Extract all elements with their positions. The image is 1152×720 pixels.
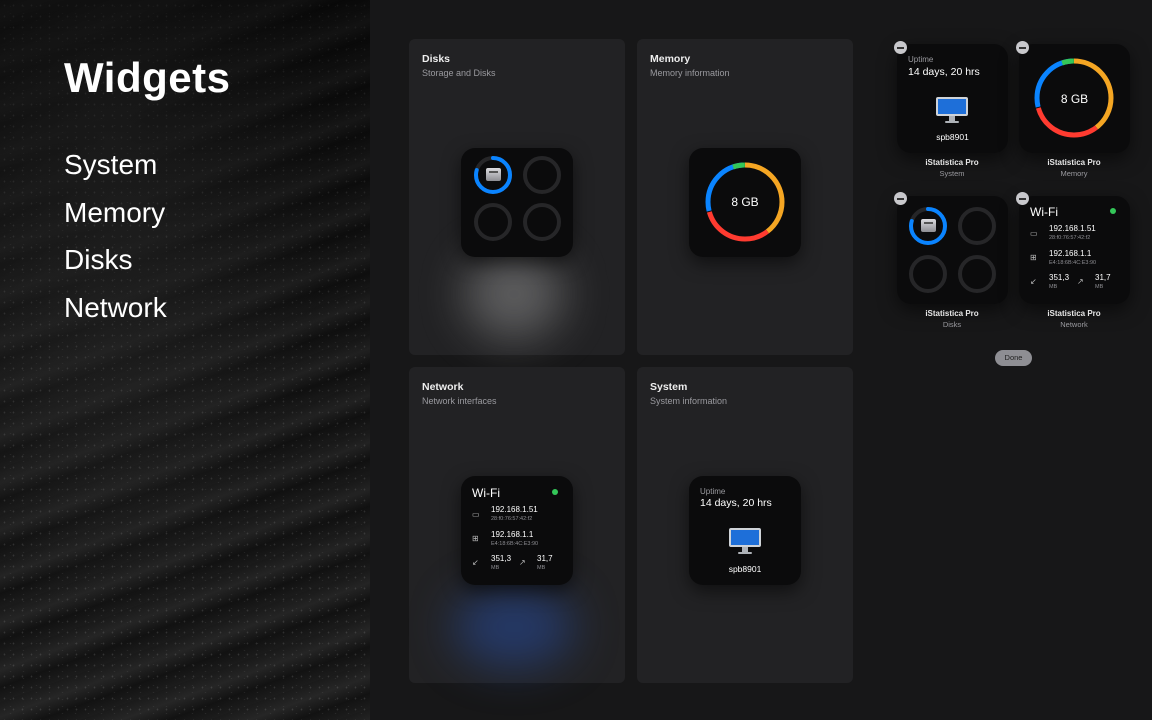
download-value: 351,3 [1049,273,1070,282]
upload-unit: MB [537,565,546,571]
category-list: System Memory Disks Network [64,146,167,336]
sand-background: Widgets System Memory Disks Network [0,0,370,720]
memory-widget-preview[interactable]: 8 GB [689,148,801,257]
empty-disk-slot [474,203,512,241]
card-glow [454,587,574,667]
caption-app: iStatistica Pro [925,309,979,318]
caption-app: iStatistica Pro [1047,309,1101,318]
local-mac: 28:f0:76:57:42:f2 [491,516,533,522]
installed-disks-widget[interactable] [897,196,1008,304]
router-ip: 192.168.1.1 [491,530,534,539]
nav-item-system[interactable]: System [64,146,167,194]
installed-network-widget[interactable]: Wi-Fi ▭ 192.168.1.51 28:f0:76:57:42:f2 ⊞… [1019,196,1130,304]
nav-item-disks[interactable]: Disks [64,241,167,289]
imac-icon [729,528,761,554]
widget-caption: iStatistica Pro System [896,158,1008,178]
hostname: spb8901 [728,564,762,574]
background-shade [0,0,370,720]
download-icon: ↙ [472,558,479,567]
caption-app: iStatistica Pro [925,158,979,167]
remove-widget-icon[interactable] [1016,41,1029,54]
caption-type: Memory [1060,169,1088,178]
done-button[interactable]: Done [995,350,1032,366]
remove-widget-icon[interactable] [1016,192,1029,205]
router-mac: E4:18:6B:4C:E3:90 [1049,260,1097,266]
router-mac: E4:18:6B:4C:E3:90 [491,541,539,547]
card-subtitle: Network interfaces [422,396,497,406]
empty-disk-slot [958,255,996,293]
disks-card[interactable]: Disks Storage and Disks [409,39,625,355]
hostname: spb8901 [936,132,969,142]
upload-unit: MB [1095,284,1104,290]
card-title: Memory [650,53,691,65]
empty-disk-slot [523,156,561,194]
upload-value: 31,7 [537,554,553,563]
network-card[interactable]: Network Network interfaces Wi-Fi ▭ 192.1… [409,367,625,683]
card-subtitle: Storage and Disks [422,68,496,78]
download-unit: MB [491,565,500,571]
download-icon: ↙ [1030,277,1037,286]
uptime-value: 14 days, 20 hrs [908,66,980,78]
uptime-value: 14 days, 20 hrs [700,497,772,509]
laptop-icon: ▭ [472,510,480,519]
download-value: 351,3 [491,554,512,563]
imac-icon [936,97,968,123]
card-title: System [650,381,688,393]
router-icon: ⊞ [472,534,479,543]
uptime-label: Uptime [700,487,726,496]
uptime-label: Uptime [908,55,934,64]
disk-icon [921,219,936,232]
empty-disk-slot [909,255,947,293]
connection-status-dot [1110,208,1116,214]
nav-item-memory[interactable]: Memory [64,194,167,242]
router-icon: ⊞ [1030,253,1037,262]
page-title: Widgets [64,54,231,101]
card-subtitle: System information [650,396,728,406]
system-widget-preview[interactable]: Uptime 14 days, 20 hrs spb8901 [689,476,801,585]
widget-caption: iStatistica Pro Memory [1018,158,1130,178]
interface-name: Wi-Fi [1030,205,1058,219]
interface-name: Wi-Fi [472,486,500,500]
memory-value: 8 GB [731,195,759,209]
widget-caption: iStatistica Pro Network [1018,309,1130,329]
router-ip: 192.168.1.1 [1049,249,1092,258]
remove-widget-icon[interactable] [894,192,907,205]
empty-disk-slot [958,207,996,245]
memory-value: 8 GB [1060,92,1089,106]
caption-type: Network [1060,320,1088,329]
memory-card[interactable]: Memory Memory information 8 GB [637,39,853,355]
upload-icon: ↗ [519,558,526,567]
local-ip: 192.168.1.51 [491,505,538,514]
system-card[interactable]: System System information Uptime 14 days… [637,367,853,683]
connection-status-dot [552,489,558,495]
caption-app: iStatistica Pro [1047,158,1101,167]
upload-icon: ↗ [1077,277,1084,286]
laptop-icon: ▭ [1030,229,1038,238]
caption-type: System [939,169,965,178]
widget-caption: iStatistica Pro Disks [896,309,1008,329]
remove-widget-icon[interactable] [894,41,907,54]
nav-item-network[interactable]: Network [64,289,167,337]
upload-value: 31,7 [1095,273,1111,282]
empty-disk-slot [523,203,561,241]
disk-icon [486,168,501,181]
local-ip: 192.168.1.51 [1049,224,1096,233]
local-mac: 28:f0:76:57:42:f2 [1049,235,1091,241]
card-title: Disks [422,53,451,65]
network-widget-preview[interactable]: Wi-Fi ▭ 192.168.1.51 28:f0:76:57:42:f2 ⊞… [461,476,573,585]
installed-memory-widget[interactable]: 8 GB [1019,44,1130,153]
download-unit: MB [1049,284,1058,290]
card-title: Network [422,381,464,393]
card-glow [464,249,564,339]
caption-type: Disks [942,320,962,329]
card-subtitle: Memory information [650,68,730,78]
installed-system-widget[interactable]: Uptime 14 days, 20 hrs spb8901 [897,44,1008,153]
disks-widget-preview[interactable] [461,148,573,257]
